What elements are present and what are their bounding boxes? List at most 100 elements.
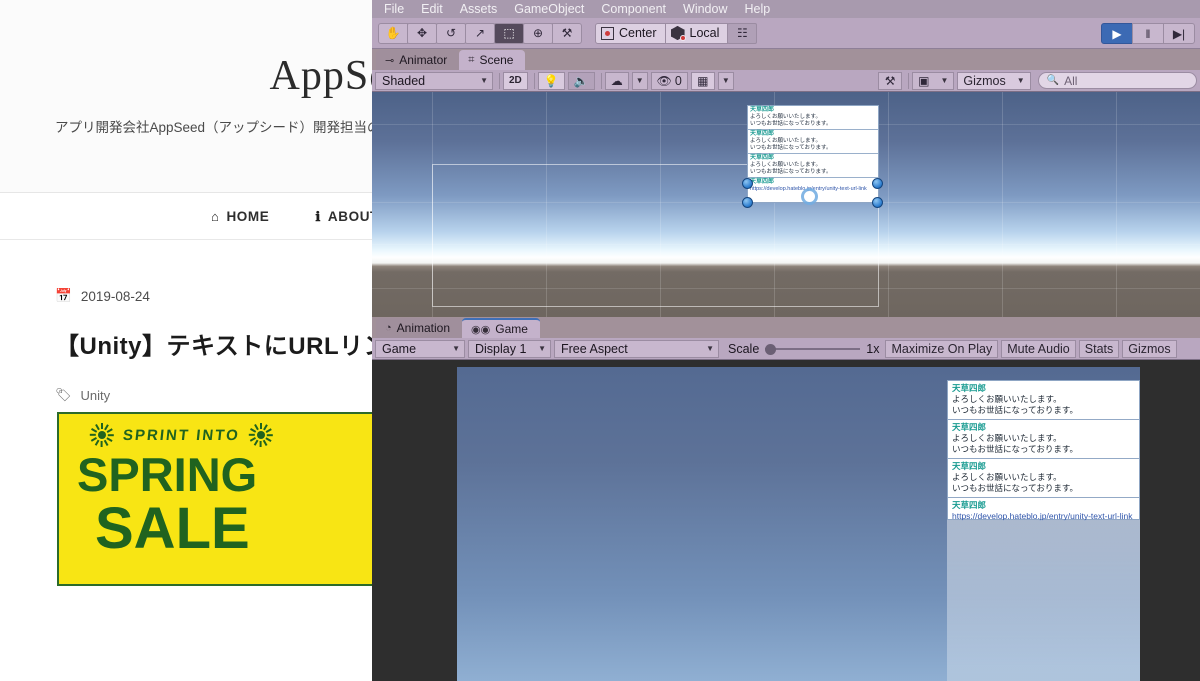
mute-audio-button[interactable]: Mute Audio bbox=[1001, 339, 1076, 358]
rect-tool-button[interactable]: ⬚ bbox=[494, 22, 524, 44]
game-text-row: 天草四郎 よろしくお願いいたします。 いつもお世話になっております。 bbox=[948, 381, 1139, 420]
game-gizmos-button[interactable]: Gizmos bbox=[1122, 339, 1177, 358]
scene-view-toolbar: Shaded ▼ 2D 💡 🔈 ☁ ▼ 👁 0 ▦ ▼ ⚒ ▣ ▼ Gizmos… bbox=[372, 70, 1200, 92]
shading-mode-dropdown[interactable]: Shaded ▼ bbox=[375, 71, 493, 90]
scene-text-line: いつもお世話になっております。 bbox=[750, 144, 832, 151]
collab-button[interactable]: ☷ bbox=[727, 22, 758, 44]
hand-tool-button[interactable]: ✋ bbox=[378, 22, 408, 44]
menu-help[interactable]: Help bbox=[744, 2, 770, 16]
rect-pivot-handle[interactable] bbox=[801, 188, 818, 205]
pivot-mode-label: Center bbox=[619, 26, 657, 40]
game-text-line: いつもお世話になっております。 bbox=[952, 444, 1078, 454]
scene-text-header: 天草四郎 bbox=[750, 107, 775, 113]
scene-grid-dropdown[interactable]: ▼ bbox=[717, 71, 734, 90]
menu-component[interactable]: Component bbox=[601, 2, 666, 16]
stats-button[interactable]: Stats bbox=[1078, 339, 1120, 358]
gizmos-dropdown[interactable]: Gizmos ▼ bbox=[957, 71, 1031, 90]
maximize-on-play-label: Maximize On Play bbox=[891, 341, 993, 356]
rect-icon: ⬚ bbox=[503, 26, 515, 40]
scene-grid-button[interactable]: ▦ bbox=[690, 71, 715, 90]
menu-file[interactable]: File bbox=[384, 2, 404, 16]
hidden-objects-button[interactable]: 👁 0 bbox=[650, 71, 688, 90]
rotate-icon: ↺ bbox=[445, 26, 457, 40]
scene-text-row: 天草四郎 よろしくお願いいたします。 いつもお世話になっております。 bbox=[748, 154, 878, 178]
hidden-objects-count: 0 bbox=[674, 73, 682, 88]
tab-scene[interactable]: ⌗ Scene bbox=[459, 50, 526, 70]
scene-tools-button[interactable]: ⚒ bbox=[878, 71, 903, 90]
game-text-header: 天草四郎 bbox=[952, 383, 987, 393]
scale-slider-thumb[interactable] bbox=[765, 343, 777, 355]
pause-button[interactable]: ‖ bbox=[1132, 23, 1164, 44]
pivot-center-icon bbox=[601, 26, 614, 40]
move-tool-button[interactable]: ✥ bbox=[407, 22, 437, 44]
aspect-select[interactable]: Free Aspect ▼ bbox=[554, 339, 719, 358]
rect-handle-bottom-left[interactable] bbox=[742, 197, 753, 208]
menu-gameobject[interactable]: GameObject bbox=[514, 2, 584, 16]
scene-text-line: いつもお世話になっております。 bbox=[750, 168, 832, 175]
display-select[interactable]: Display 1 ▼ bbox=[468, 339, 551, 358]
scale-slider-group[interactable]: Scale 1x bbox=[722, 342, 885, 356]
tab-animation-label: Animation bbox=[396, 321, 451, 335]
chevron-down-icon-view: ▼ bbox=[452, 344, 460, 353]
sunburst-icon-left bbox=[89, 423, 114, 447]
tab-game[interactable]: ◉◉ Game bbox=[462, 318, 540, 338]
chevron-down-icon: ▼ bbox=[480, 76, 488, 85]
lightbulb-icon: 💡 bbox=[543, 73, 559, 88]
scene-audio-button[interactable]: 🔈 bbox=[567, 71, 595, 90]
custom-tool-button[interactable]: ⚒ bbox=[552, 22, 582, 44]
game-text-panel: 天草四郎 よろしくお願いいたします。 いつもお世話になっております。 天草四郎 … bbox=[947, 380, 1140, 521]
play-button[interactable]: ▶ bbox=[1101, 23, 1133, 44]
info-icon: ℹ bbox=[315, 208, 321, 224]
menu-assets[interactable]: Assets bbox=[460, 2, 498, 16]
chevron-down-icon-grid: ▼ bbox=[721, 76, 730, 85]
tab-animation[interactable]: ◔ Animation bbox=[376, 318, 463, 338]
nav-item-about[interactable]: ℹ ABOUT bbox=[315, 209, 379, 224]
rect-handle-top-right[interactable] bbox=[872, 178, 883, 189]
pivot-mode-button[interactable]: Center bbox=[595, 22, 666, 44]
banner-kicker-row: SPRINT INTO bbox=[89, 423, 407, 447]
mute-audio-label: Mute Audio bbox=[1007, 341, 1070, 356]
tab-game-label: Game bbox=[495, 322, 528, 336]
maximize-on-play-button[interactable]: Maximize On Play bbox=[885, 339, 999, 358]
rect-handle-top-left[interactable] bbox=[742, 178, 753, 189]
post-tag-label: Unity bbox=[80, 387, 111, 403]
chevron-down-icon-aspect: ▼ bbox=[706, 344, 714, 353]
game-text-row: 天草四郎 よろしくお願いいたします。 いつもお世話になっております。 bbox=[948, 459, 1139, 498]
scale-slider[interactable] bbox=[765, 343, 861, 355]
step-button[interactable]: ▶| bbox=[1163, 23, 1195, 44]
unity-menubar: File Edit Assets GameObject Component Wi… bbox=[372, 0, 1200, 18]
calendar-icon: 📅 bbox=[55, 288, 72, 303]
game-dock-tabstrip: ◔ Animation ◉◉ Game bbox=[372, 317, 1200, 338]
game-text-line: よろしくお願いいたします。 bbox=[952, 433, 1062, 443]
nav-item-home[interactable]: ⌂ HOME bbox=[211, 209, 269, 224]
scale-tool-button[interactable]: ↗ bbox=[465, 22, 495, 44]
menu-edit[interactable]: Edit bbox=[421, 2, 443, 16]
local-space-icon bbox=[670, 26, 686, 41]
scene-text-header: 天草四郎 bbox=[750, 131, 775, 137]
banner-line1: SPRING bbox=[77, 448, 258, 501]
scene-view[interactable]: 天草四郎 よろしくお願いいたします。 いつもお世話になっております。 天草四郎 … bbox=[372, 92, 1200, 317]
scene-lighting-button[interactable]: 💡 bbox=[537, 71, 565, 90]
game-view-select[interactable]: Game ▼ bbox=[375, 339, 465, 358]
menu-window[interactable]: Window bbox=[683, 2, 727, 16]
scene-camera-button[interactable]: ▣ ▼ bbox=[912, 71, 955, 90]
rect-handle-bottom-right[interactable] bbox=[872, 197, 883, 208]
animator-icon: ⊸ bbox=[385, 54, 395, 67]
toggle-2d-button[interactable]: 2D bbox=[503, 71, 528, 90]
game-view[interactable]: 天草四郎 よろしくお願いいたします。 いつもお世話になっております。 天草四郎 … bbox=[372, 360, 1200, 681]
rotate-tool-button[interactable]: ↺ bbox=[436, 22, 466, 44]
gamepad-icon: ◉◉ bbox=[471, 323, 491, 336]
scale-icon: ↗ bbox=[474, 26, 486, 40]
scene-fx-button[interactable]: ☁ bbox=[604, 71, 629, 90]
scene-search-input[interactable]: 🔍 All bbox=[1037, 72, 1198, 89]
step-icon: ▶| bbox=[1172, 26, 1186, 41]
pause-icon: ‖ bbox=[1145, 26, 1151, 41]
pivot-rotation-button[interactable]: Local bbox=[664, 22, 729, 44]
transform-tool-button[interactable]: ⊕ bbox=[523, 22, 553, 44]
tab-animator[interactable]: ⊸ Animator bbox=[376, 50, 460, 70]
game-panel-shade bbox=[947, 520, 1140, 681]
wrench-icon: ⚒ bbox=[561, 26, 573, 40]
scene-fx-dropdown[interactable]: ▼ bbox=[631, 71, 648, 90]
nav-item-home-label: HOME bbox=[226, 208, 270, 224]
stats-label: Stats bbox=[1084, 341, 1114, 356]
